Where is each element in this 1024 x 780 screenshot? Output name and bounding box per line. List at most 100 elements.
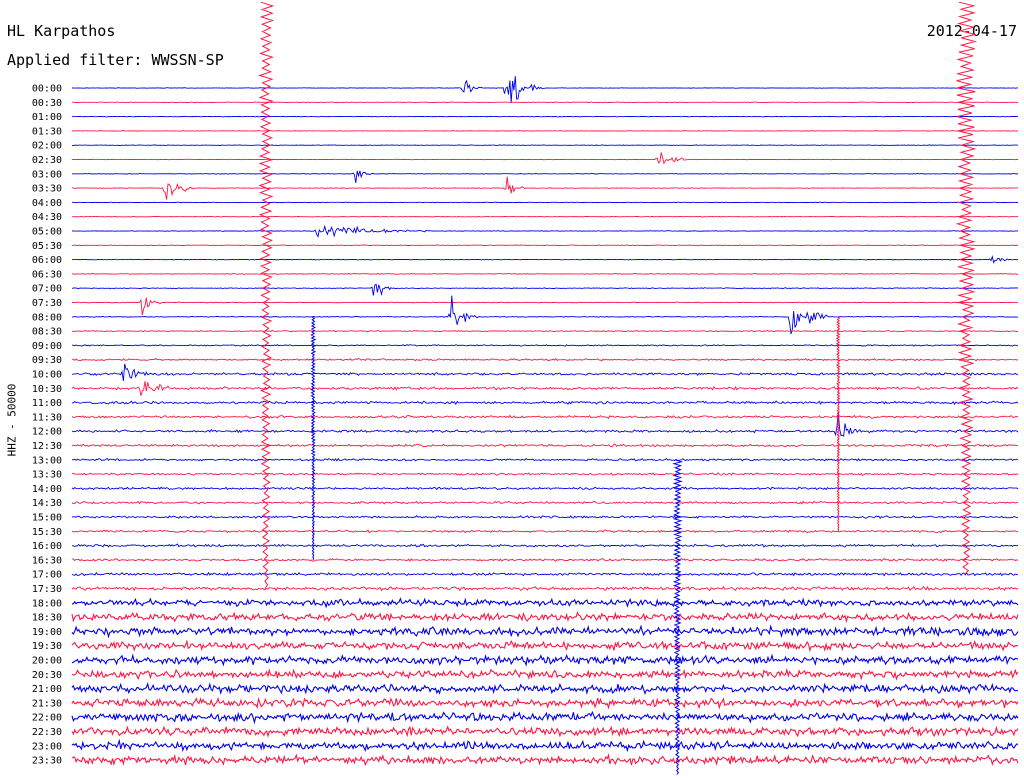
time-tick-label: 00:30 (32, 98, 62, 109)
time-tick-label: 00:00 (32, 84, 62, 95)
time-tick-label: 16:00 (32, 541, 62, 552)
trace-line (71, 753, 1019, 767)
time-tick-label: 04:30 (32, 212, 62, 223)
time-tick-label: 06:30 (32, 269, 62, 280)
trace-line (71, 653, 1019, 667)
time-tick-label: 10:30 (32, 384, 62, 395)
trace-line (71, 363, 1019, 382)
trace-line (71, 738, 1019, 753)
trace-line (71, 696, 1019, 710)
time-tick-label: 16:30 (32, 555, 62, 566)
time-tick-label: 01:00 (32, 112, 62, 123)
trace-line (71, 414, 1019, 420)
trace-line (71, 297, 1019, 316)
trace-line (72, 457, 1019, 462)
time-tick-label: 23:00 (32, 741, 62, 752)
time-tick-label: 19:30 (32, 641, 62, 652)
time-tick-labels: 00:00 00:30 01:00 01:30 02:00 02:30 03:00 03:30… (32, 84, 62, 767)
trace-line (71, 515, 1019, 520)
event-spike (310, 316, 317, 561)
time-tick-label: 13:00 (32, 455, 62, 466)
trace-line (71, 272, 1019, 275)
time-tick-label: 18:30 (32, 613, 62, 624)
time-tick-label: 20:00 (32, 656, 62, 667)
trace-line (71, 170, 1019, 183)
time-tick-label: 21:00 (32, 684, 62, 695)
time-tick-label: 07:30 (32, 298, 62, 309)
time-tick-label: 22:00 (32, 713, 62, 724)
trace-line (71, 543, 1019, 548)
time-tick-label: 06:00 (32, 255, 62, 266)
trace-line (72, 101, 1018, 104)
trace-line (71, 357, 1019, 362)
time-tick-label: 13:30 (32, 470, 62, 481)
trace-line (71, 611, 1019, 624)
time-tick-label: 14:30 (32, 498, 62, 509)
trace-line (71, 597, 1019, 609)
trace-line (71, 682, 1019, 696)
trace-line (71, 710, 1019, 725)
trace-line (71, 144, 1019, 146)
trace-line (71, 472, 1019, 476)
event-spike (672, 459, 684, 775)
trace-line (71, 381, 1019, 396)
trace-line (72, 176, 1019, 200)
event-spike (257, 1, 275, 589)
trace-lines (71, 1, 1019, 775)
trace-line (72, 344, 1019, 347)
time-tick-label: 17:30 (32, 584, 62, 595)
trace-line (71, 486, 1019, 491)
time-tick-label: 07:00 (32, 284, 62, 295)
trace-line (72, 295, 1019, 335)
time-tick-label: 10:00 (32, 370, 62, 381)
trace-line (71, 283, 1019, 296)
time-tick-label: 12:30 (32, 441, 62, 452)
time-tick-label: 08:30 (32, 327, 62, 338)
trace-line (71, 557, 1019, 562)
time-tick-label: 19:00 (32, 627, 62, 638)
trace-line (71, 224, 1019, 238)
time-tick-label: 02:30 (32, 155, 62, 166)
time-tick-label: 23:30 (32, 756, 62, 767)
trace-line (71, 529, 1019, 534)
time-tick-label: 12:00 (32, 427, 62, 438)
trace-line (71, 443, 1019, 448)
time-tick-label: 11:00 (32, 398, 62, 409)
time-tick-label: 14:00 (32, 484, 62, 495)
time-tick-label: 21:30 (32, 698, 62, 709)
trace-line (71, 130, 1018, 132)
trace-line (71, 400, 1019, 406)
trace-line (71, 500, 1018, 505)
trace-line (71, 215, 1019, 218)
trace-line (71, 639, 1019, 653)
time-tick-label: 01:30 (32, 126, 62, 137)
time-tick-label: 20:30 (32, 670, 62, 681)
trace-line (71, 244, 1019, 247)
time-tick-label: 03:30 (32, 184, 62, 195)
time-tick-label: 04:00 (32, 198, 62, 209)
trace-line (71, 329, 1019, 333)
time-tick-label: 17:00 (32, 570, 62, 581)
time-tick-label: 22:30 (32, 727, 62, 738)
trace-line (71, 624, 1019, 639)
trace-line (71, 76, 1018, 103)
time-tick-label: 15:30 (32, 527, 62, 538)
time-tick-label: 05:00 (32, 227, 62, 238)
trace-line (71, 115, 1019, 118)
trace-line (71, 725, 1019, 738)
trace-line (71, 571, 1018, 577)
time-tick-label: 11:30 (32, 412, 62, 423)
time-tick-label: 08:00 (32, 312, 62, 323)
trace-line (71, 152, 1019, 165)
trace-line (71, 585, 1019, 592)
time-tick-label: 09:00 (32, 341, 62, 352)
trace-line (71, 255, 1019, 264)
seismogram-chart: 00:00 00:30 01:00 01:30 02:00 02:30 03:00 03:30… (32, 1, 1019, 775)
time-tick-label: 02:00 (32, 141, 62, 152)
trace-line (71, 201, 1019, 204)
trace-line (71, 667, 1019, 681)
time-tick-label: 09:30 (32, 355, 62, 366)
time-tick-label: 03:00 (32, 169, 62, 180)
time-tick-label: 05:30 (32, 241, 62, 252)
time-tick-label: 18:00 (32, 598, 62, 609)
